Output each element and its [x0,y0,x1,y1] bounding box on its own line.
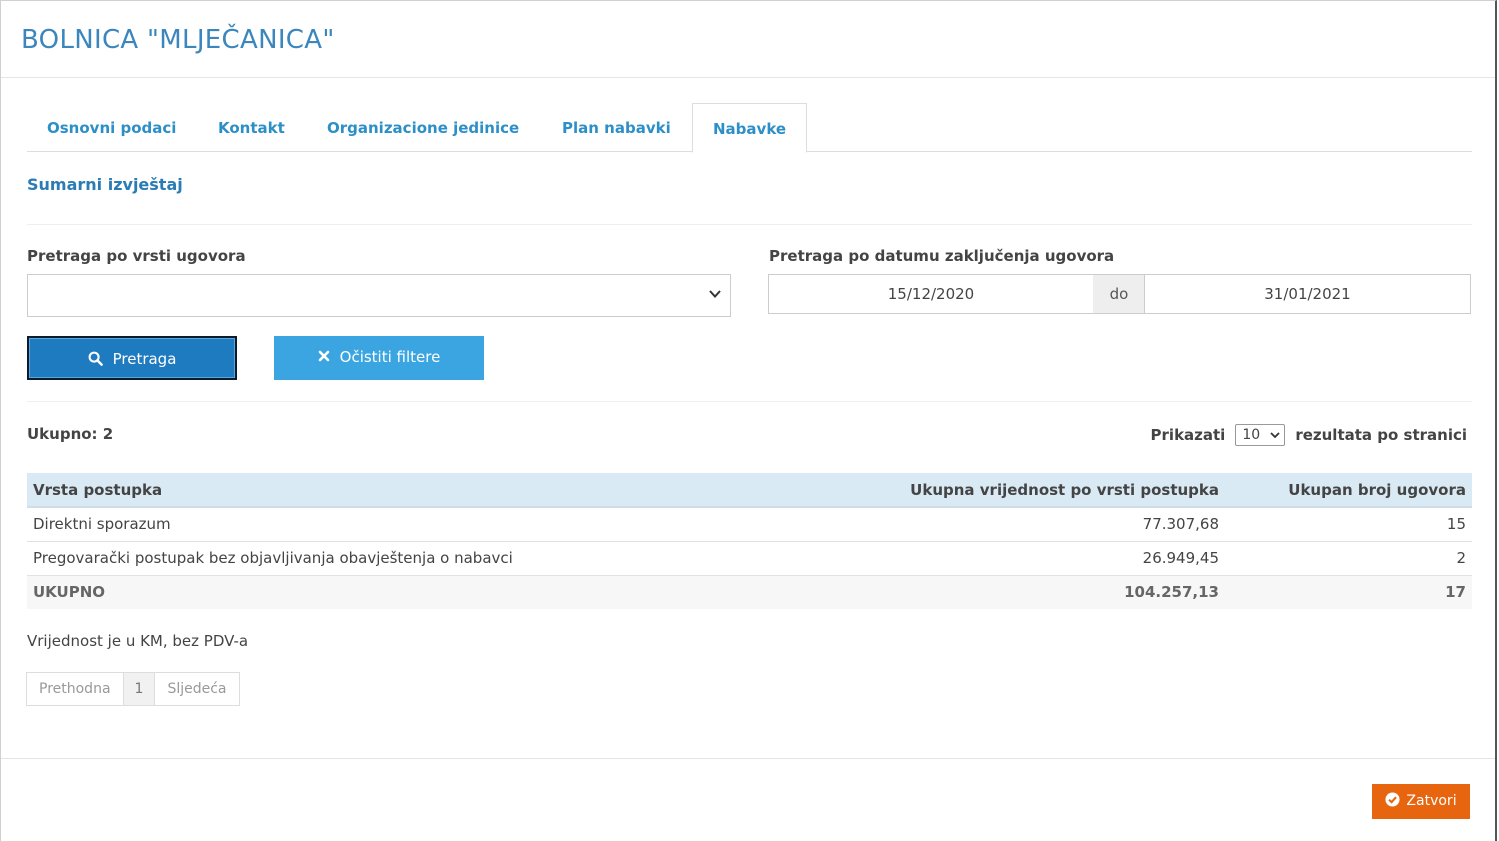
tab-organizacione-jedinice[interactable]: Organizacione jedinice [307,103,539,152]
chevron-down-icon [1270,432,1280,439]
check-circle-icon [1385,792,1400,807]
page-size-value: 10 [1242,427,1261,443]
column-header-value[interactable]: Ukupna vrijednost po vrsti postupka [727,473,1225,508]
chevron-down-icon [709,290,721,298]
tab-bar: Osnovni podaci Kontakt Organizacione jed… [27,103,1472,153]
table-row: Pregovarački postupak bez objavljivanja … [27,541,1472,576]
pagination-next[interactable]: Sljedeća [154,672,240,706]
column-header-count[interactable]: Ukupan broj ugovora [1225,473,1472,508]
currency-note: Vrijednost je u KM, bez PDV-a [27,632,249,650]
modal-title: BOLNICA "MLJEČANICA" [21,25,335,55]
pagination: Prethodna 1 Sljedeća [26,672,240,706]
cell-type: Direktni sporazum [27,507,727,542]
pagination-page[interactable]: 1 [122,672,156,706]
total-value: 104.257,13 [727,575,1225,609]
table-row: Direktni sporazum 77.307,68 15 [27,507,1472,542]
modal-dialog: BOLNICA "MLJEČANICA" Osnovni podaci Kont… [0,0,1497,841]
search-button-label: Pretraga [112,350,177,368]
search-icon [88,351,103,366]
divider [27,401,1472,402]
summary-table: Vrsta postupka Ukupna vrijednost po vrst… [27,473,1472,609]
clear-filters-label: Očistiti filtere [339,348,441,366]
column-header-type[interactable]: Vrsta postupka [27,473,727,508]
cell-type: Pregovarački postupak bez objavljivanja … [27,541,727,576]
close-button[interactable]: Zatvori [1372,784,1470,819]
cell-value: 26.949,45 [727,541,1225,576]
per-page-label: rezultata po stranici [1295,426,1467,444]
total-count: 17 [1225,575,1472,609]
date-range-group: 15/12/2020 do 31/01/2021 [768,274,1471,314]
section-title: Sumarni izvještaj [27,175,183,194]
contract-type-label: Pretraga po vrsti ugovora [27,247,246,265]
contract-date-label: Pretraga po datumu zaključenja ugovora [769,247,1115,265]
date-from-input[interactable]: 15/12/2020 [768,274,1094,314]
close-button-label: Zatvori [1406,793,1457,809]
date-to-input[interactable]: 31/01/2021 [1144,274,1471,314]
table-header-row: Vrsta postupka Ukupna vrijednost po vrst… [27,473,1472,508]
cell-count: 15 [1225,507,1472,542]
tab-kontakt[interactable]: Kontakt [198,103,305,152]
modal-footer-divider [1,758,1495,759]
page-size-label: Prikazati [1150,426,1226,444]
date-range-separator: do [1093,274,1145,314]
modal-header: BOLNICA "MLJEČANICA" [1,1,1495,78]
cell-count: 2 [1225,541,1472,576]
tab-osnovni-podaci[interactable]: Osnovni podaci [27,103,196,152]
tab-nabavke[interactable]: Nabavke [692,103,808,153]
page-size-select[interactable]: 10 [1235,424,1286,446]
tab-plan-nabavki[interactable]: Plan nabavki [542,103,691,152]
divider [27,224,1472,225]
contract-type-select[interactable] [27,274,731,317]
cell-value: 77.307,68 [727,507,1225,542]
page-size-control: Prikazati 10 rezultata po stranici [1151,424,1467,446]
pagination-prev[interactable]: Prethodna [26,672,124,706]
search-button[interactable]: Pretraga [27,336,237,380]
total-label: UKUPNO [27,575,727,609]
times-icon [318,350,329,362]
results-total: Ukupno: 2 [27,425,114,443]
clear-filters-button[interactable]: Očistiti filtere [274,336,484,380]
table-total-row: UKUPNO 104.257,13 17 [27,575,1472,609]
